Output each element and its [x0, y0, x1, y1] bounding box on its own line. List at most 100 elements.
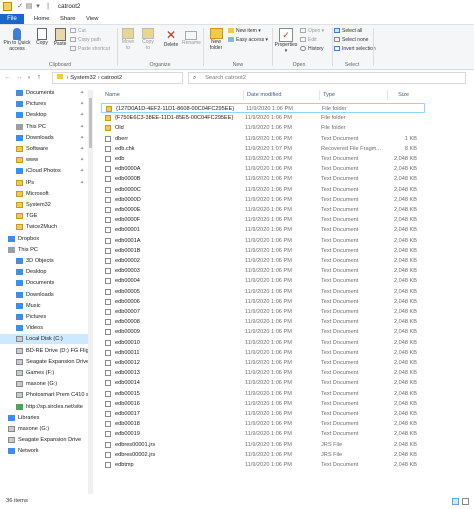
new-folder-quick-icon[interactable]: ▤ — [25, 2, 33, 11]
file-row[interactable]: edb0000C 11/9/2020 1:06 PM Text Document 2,… — [101, 185, 425, 195]
nav-item[interactable]: This PC — [0, 245, 93, 255]
large-icons-view-icon[interactable] — [462, 498, 469, 505]
file-row[interactable]: edbtmp 11/9/2020 1:06 PM Text Document 2,04… — [101, 460, 425, 470]
select-none-button[interactable]: Select none — [334, 37, 368, 44]
paste-button[interactable]: Paste — [52, 28, 68, 48]
file-row[interactable]: edb0000F 11/9/2020 1:06 PM Text Document 2,… — [101, 215, 425, 225]
file-row[interactable]: edb0000A 11/9/2020 1:06 PM Text Document 2,… — [101, 164, 425, 174]
back-arrow-icon[interactable]: ← — [4, 74, 12, 82]
file-row[interactable]: edb00014 11/9/2020 1:06 PM Text Document 2,… — [101, 378, 425, 388]
invert-selection-button[interactable]: Invert selection — [334, 46, 376, 53]
file-row[interactable]: edb0001B 11/9/2020 1:06 PM Text Document 2,… — [101, 246, 425, 256]
nav-item[interactable]: Downloads — [0, 290, 93, 300]
nav-item[interactable]: Documents ✦ — [0, 88, 93, 98]
select-all-button[interactable]: Select all — [334, 28, 362, 35]
nav-item[interactable]: Desktop — [0, 267, 93, 277]
move-to-button[interactable]: Move to — [120, 28, 136, 51]
file-row[interactable]: edb00008 11/9/2020 1:06 PM Text Document 2,… — [101, 317, 425, 327]
nav-item[interactable]: Network — [0, 446, 93, 456]
file-row[interactable]: edb00010 11/9/2020 1:06 PM Text Document 2,… — [101, 338, 425, 348]
file-row[interactable]: edb00009 11/9/2020 1:06 PM Text Document 2,… — [101, 327, 425, 337]
nav-item[interactable]: Photosmart Prem C410 se — [0, 390, 93, 400]
file-row[interactable]: {F750E6C3-38EE-11D1-85E5-00C04FC295EE} 11… — [101, 113, 425, 123]
properties-button[interactable]: ✓ Properties ▾ — [274, 28, 298, 54]
nav-item[interactable]: Seagate Expansion Drive — [0, 435, 93, 445]
cut-button[interactable]: Cut — [70, 28, 86, 35]
details-view-icon[interactable] — [452, 498, 459, 505]
nav-item[interactable]: Pictures — [0, 312, 93, 322]
nav-item[interactable]: Downloads ✦ — [0, 133, 93, 143]
paste-shortcut-button[interactable]: Paste shortcut — [70, 46, 110, 53]
nav-item[interactable]: Documents — [0, 278, 93, 288]
file-row[interactable]: edb00019 11/9/2020 1:06 PM Text Document 2,… — [101, 429, 425, 439]
nav-item[interactable]: http://sp.sircles.net/site — [0, 402, 93, 412]
file-row[interactable]: dberr 11/9/2020 1:06 PM Text Document 1 KB — [101, 134, 425, 144]
file-row[interactable]: edb00003 11/9/2020 1:06 PM Text Document 2,… — [101, 266, 425, 276]
nav-item[interactable]: IPs ✦ — [0, 178, 93, 188]
breadcrumb-item[interactable]: System32 — [70, 75, 96, 81]
nav-item[interactable]: Seagate Expansion Drive — [0, 357, 93, 367]
tab-view[interactable]: View — [86, 14, 98, 24]
history-button[interactable]: History — [300, 46, 324, 53]
nav-item[interactable]: www ✦ — [0, 155, 93, 165]
nav-item[interactable]: Desktop ✦ — [0, 110, 93, 120]
file-row[interactable]: Old 11/9/2020 1:06 PM File folder — [101, 123, 425, 133]
nav-item[interactable]: Videos — [0, 323, 93, 333]
customize-quick-access-icon[interactable]: ▾ — [34, 2, 42, 11]
column-header-name[interactable]: Name — [101, 90, 241, 100]
file-row[interactable]: edb00017 11/9/2020 1:06 PM Text Document 2,… — [101, 409, 425, 419]
column-header-date-modified[interactable]: Date modified — [243, 90, 318, 100]
column-header-size[interactable]: Size — [387, 90, 417, 100]
file-row[interactable]: edb0000D 11/9/2020 1:06 PM Text Document 2,… — [101, 195, 425, 205]
file-row[interactable]: edb00018 11/9/2020 1:06 PM Text Document 2,… — [101, 419, 425, 429]
pin-to-quick-access-button[interactable]: Pin to Quick access — [2, 28, 32, 52]
forward-arrow-icon[interactable]: → — [15, 74, 23, 82]
delete-button[interactable]: ✕ Delete — [162, 28, 180, 49]
easy-access-button[interactable]: Easy access ▾ — [228, 37, 268, 44]
nav-item[interactable]: iCloud Photos ✦ — [0, 166, 93, 176]
file-row[interactable]: edb00013 11/9/2020 1:06 PM Text Document 2,… — [101, 368, 425, 378]
recent-locations-chevron-icon[interactable]: ▾ — [25, 74, 33, 82]
search-input[interactable]: ⌕ Search catroot2 — [188, 72, 466, 84]
edit-button[interactable]: Edit — [300, 37, 317, 44]
nav-item[interactable]: Games (F:) — [0, 368, 93, 378]
file-row[interactable]: edb00012 11/9/2020 1:06 PM Text Document 2,… — [101, 358, 425, 368]
file-row[interactable]: {127D0A1D-4EF2-11D1-8608-00C04FC295EE} 11… — [101, 103, 425, 114]
address-bar[interactable]: › System32 › catroot2 — [52, 72, 183, 84]
file-row[interactable]: edb0001A 11/9/2020 1:06 PM Text Document 2,… — [101, 236, 425, 246]
nav-item[interactable]: Libraries — [0, 413, 93, 423]
file-row[interactable]: edb0000E 11/9/2020 1:06 PM Text Document 2,… — [101, 205, 425, 215]
file-row[interactable]: edb00005 11/9/2020 1:06 PM Text Document 2,… — [101, 287, 425, 297]
file-row[interactable]: edb0000B 11/9/2020 1:06 PM Text Document 2,… — [101, 174, 425, 184]
tab-file[interactable]: File — [0, 14, 24, 24]
nav-item[interactable]: Microsoft — [0, 189, 93, 199]
nav-item[interactable]: BD-RE Drive (D:) FG Flight — [0, 346, 93, 356]
nav-item[interactable]: Local Disk (C:) — [0, 334, 93, 345]
scrollbar-thumb[interactable] — [89, 98, 92, 148]
file-row[interactable]: edb00011 11/9/2020 1:06 PM Text Document 2,… — [101, 348, 425, 358]
file-row[interactable]: edb 11/9/2020 1:06 PM Text Document 2,048 K… — [101, 154, 425, 164]
file-row[interactable]: edb00002 11/9/2020 1:06 PM Text Document 2,… — [101, 256, 425, 266]
nav-item[interactable]: maxone (G:) — [0, 424, 93, 434]
rename-button[interactable]: Rename — [182, 28, 201, 47]
file-row[interactable]: edb00004 11/9/2020 1:06 PM Text Document 2,… — [101, 276, 425, 286]
nav-item[interactable]: Pictures ✦ — [0, 99, 93, 109]
nav-item[interactable]: Music — [0, 301, 93, 311]
file-row[interactable]: edbres00001.jrs 11/9/2020 1:06 PM JRS File… — [101, 440, 425, 450]
file-row[interactable]: edb00016 11/9/2020 1:06 PM Text Document 2,… — [101, 399, 425, 409]
up-arrow-icon[interactable]: ↑ — [35, 74, 43, 82]
new-item-button[interactable]: New item ▾ — [228, 28, 261, 35]
nav-item[interactable]: Twice2Much — [0, 222, 93, 232]
navigation-scrollbar[interactable] — [88, 90, 93, 494]
file-row[interactable]: edb.chk 11/9/2020 1:07 PM Recovered File F… — [101, 144, 425, 154]
nav-item[interactable]: System32 — [0, 200, 93, 210]
nav-item[interactable]: TGE — [0, 211, 93, 221]
nav-item[interactable]: This PC ✦ — [0, 122, 93, 132]
nav-item[interactable]: Software ✦ — [0, 144, 93, 154]
open-button[interactable]: Open ▾ — [300, 28, 324, 35]
tab-share[interactable]: Share — [60, 14, 75, 24]
nav-item[interactable]: maxone (G:) — [0, 379, 93, 389]
file-row[interactable]: edb00001 11/9/2020 1:06 PM Text Document 2,… — [101, 225, 425, 235]
properties-quick-icon[interactable]: ✓ — [16, 2, 24, 11]
copy-button[interactable]: Copy — [34, 28, 50, 47]
